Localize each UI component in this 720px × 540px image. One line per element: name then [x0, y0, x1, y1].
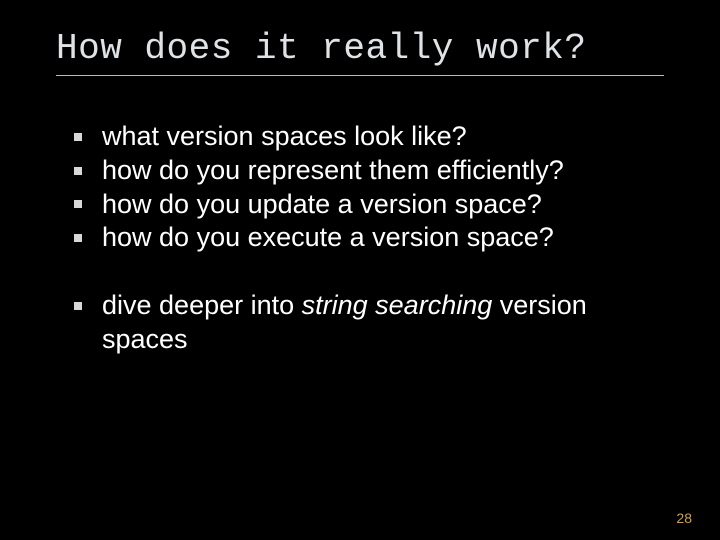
list-item: how do you update a version space?: [74, 188, 664, 222]
slide-title: How does it really work?: [56, 28, 664, 69]
slide: How does it really work? what version sp…: [0, 0, 720, 540]
text-prefix: dive deeper into: [102, 290, 302, 320]
bullet-list-2: dive deeper into string searching versio…: [56, 289, 664, 357]
list-item: how do you execute a version space?: [74, 221, 664, 255]
page-number: 28: [676, 510, 692, 526]
list-item: how do you represent them efficiently?: [74, 154, 664, 188]
title-rule: [56, 75, 664, 76]
spacer: [56, 255, 664, 289]
list-item: what version spaces look like?: [74, 120, 664, 154]
text-emphasis: string searching: [302, 290, 493, 320]
bullet-list-1: what version spaces look like? how do yo…: [56, 120, 664, 255]
list-item: dive deeper into string searching versio…: [74, 289, 664, 357]
